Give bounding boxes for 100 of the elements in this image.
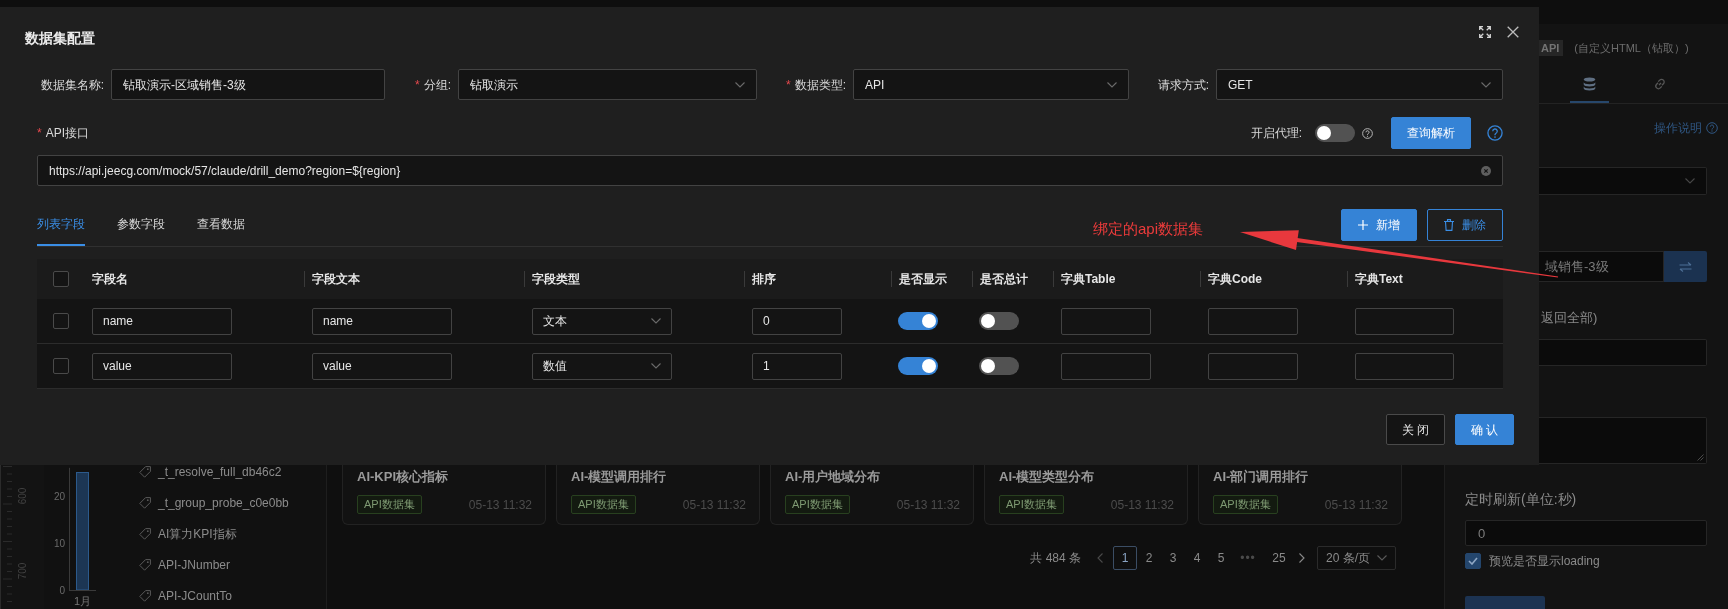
chevron-left-icon[interactable] [1097,553,1103,563]
resize-handle-icon[interactable] [1697,454,1704,461]
link-icon [1652,77,1667,91]
field-label: API接口 [45,125,89,141]
text-input[interactable] [1539,339,1707,366]
axis-label: 20 [53,490,65,502]
dataset-item[interactable]: API-JCountTo [100,589,326,609]
axis-label: 1月 [73,595,92,607]
tab[interactable]: 查看数据 [197,206,245,246]
dataset-card[interactable]: AI-部门调用排行 API数据集 05-13 11:32 [1198,465,1402,525]
dataset-item[interactable]: _t_resolve_full_db46c2 [100,465,326,496]
field-label: 数据类型: [794,76,846,93]
type-tag: API数据集 [1213,495,1278,514]
caret-icon [1481,81,1491,88]
tab[interactable]: 参数字段 [117,206,165,246]
text-input[interactable]: 钻取演示-区域销售-3级 [111,69,385,100]
checkbox[interactable] [53,313,69,329]
dataset-card[interactable]: AI-KPI核心指标 API数据集 05-13 11:32 [342,465,546,525]
dataset-card[interactable]: AI-模型调用排行 API数据集 05-13 11:32 [556,465,760,525]
checkbox[interactable] [53,358,69,374]
type-tag: API数据集 [999,495,1064,514]
column-header: 排序 [744,259,891,299]
dropdown[interactable]: 文本 [532,307,672,335]
toggle-switch[interactable] [1315,124,1355,142]
dropdown[interactable]: 数值 [532,352,672,380]
help-icon [1706,122,1718,134]
text-input[interactable] [1355,307,1454,335]
dataset-card[interactable]: AI-用户地域分布 API数据集 05-13 11:32 [770,465,974,525]
caret-icon [651,363,661,369]
dataset-item[interactable]: _t_group_probe_c0e0bb [100,496,326,527]
dropdown[interactable]: GET [1216,69,1503,100]
text-input[interactable]: 1 [752,352,842,380]
card-title: AI-模型调用排行 [571,469,667,485]
column-header: 字段名 [91,271,129,288]
close-button[interactable]: 关 闭 [1386,414,1445,445]
swap-icon [1679,261,1692,272]
card-time: 05-13 11:32 [896,497,960,512]
dataset-item[interactable]: API-JNumber [100,558,326,589]
toggle-switch[interactable] [898,357,938,375]
caret-icon [1377,555,1387,561]
card-time: 05-13 11:32 [1324,497,1388,512]
text-input[interactable]: name [92,307,232,335]
plus-icon [1358,220,1368,230]
add-button[interactable]: 新增 [1341,209,1417,241]
url-input[interactable]: https://api.jeecg.com/mock/57/claude/drill_demo?region=${region} [37,155,1503,186]
checkbox[interactable] [53,271,69,287]
card-time: 05-13 11:32 [468,497,532,512]
text-input[interactable]: name [312,307,452,335]
text-input[interactable]: 0 [752,307,842,335]
toggle-switch[interactable] [979,312,1019,330]
page-number[interactable]: 2 [1137,546,1161,570]
dropdown[interactable] [1539,167,1707,195]
card-title: AI-KPI核心指标 [357,469,448,485]
toggle-switch[interactable] [898,312,938,330]
field-label: 数据集名称: [40,76,104,93]
text-input[interactable] [1208,307,1298,335]
checkbox[interactable] [1465,553,1481,569]
page-number[interactable]: 25 [1267,546,1291,570]
column-header: 字典Table [1053,259,1200,299]
card-title: AI-模型类型分布 [999,469,1095,485]
swap-button[interactable] [1664,251,1707,282]
dropdown[interactable]: API [853,69,1129,100]
number-input[interactable]: 0 [1465,520,1707,546]
page-number[interactable]: 1 [1113,546,1137,570]
x-axis-line [68,590,97,591]
query-button[interactable]: 查询解析 [1391,117,1471,149]
card-time: 05-13 11:32 [1110,497,1174,512]
page-number[interactable]: 5 [1209,546,1233,570]
text-input[interactable] [1061,307,1151,335]
text-input[interactable] [1355,352,1454,380]
text-input[interactable] [1208,352,1298,380]
help-icon[interactable] [1487,125,1503,141]
tab[interactable]: 列表字段 [37,206,85,246]
annotation-label: 绑定的api数据集 [1093,220,1204,238]
column-header: 字段文本 [304,259,524,299]
dropdown[interactable]: 钻取演示 [458,69,757,100]
fullscreen-icon[interactable] [1479,26,1491,38]
text-input[interactable]: 域销售-3级 [1539,251,1664,282]
checkbox-label: 预览是否显示loading [1489,553,1600,569]
column-header: 字典Code [1200,259,1347,299]
chevron-right-icon[interactable] [1299,553,1305,563]
page-number[interactable]: 3 [1161,546,1185,570]
trash-icon [1444,219,1454,231]
delete-button[interactable]: 删除 [1427,209,1503,241]
clear-icon[interactable] [1481,165,1491,176]
field-label: 请求方式: [1157,76,1209,93]
close-icon[interactable] [1507,26,1519,38]
text-input[interactable]: value [92,352,232,380]
tag-icon [139,528,151,540]
database-icon [1583,77,1596,91]
confirm-button[interactable]: 确 认 [1455,414,1514,445]
text-input[interactable]: value [312,352,452,380]
tag-icon [139,590,151,602]
page-number[interactable]: 4 [1185,546,1209,570]
toggle-switch[interactable] [979,357,1019,375]
text-input[interactable] [1061,352,1151,380]
dataset-item[interactable]: AI算力KPI指标 [100,527,326,558]
text-area[interactable] [1539,417,1707,464]
dataset-card[interactable]: AI-模型类型分布 API数据集 05-13 11:32 [984,465,1188,525]
page-size-select[interactable]: 20 条/页 [1317,546,1396,570]
